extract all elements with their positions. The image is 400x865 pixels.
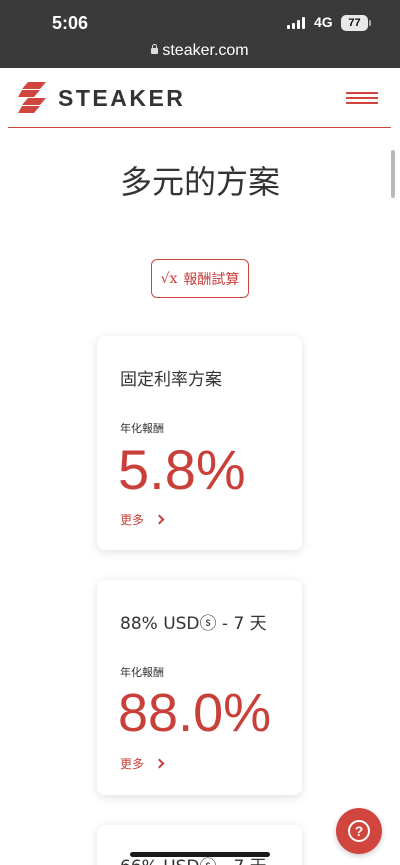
brand-logo[interactable]: STEAKER (18, 82, 185, 114)
plan-card-usds-88[interactable]: 88% USDⓢ - 7 天 年化報酬 88.0% 更多 (97, 580, 302, 795)
address-bar[interactable]: steaker.com (0, 42, 400, 60)
calculator-icon: √x (160, 270, 178, 287)
more-link-label: 更多 (120, 513, 145, 527)
plan-more-link[interactable]: 更多 (120, 755, 165, 772)
status-time: 5:06 (52, 13, 89, 33)
battery-icon: 77 (341, 15, 368, 31)
help-button[interactable]: ? (336, 808, 382, 854)
plan-card-usds-66[interactable]: 66% USDⓢ - 7 天 (97, 825, 302, 865)
brand-name: STEAKER (58, 84, 186, 111)
plan-rate-label: 年化報酬 (120, 422, 164, 435)
battery-tip (369, 20, 371, 26)
header-divider (8, 127, 391, 128)
network-type: 4G (314, 14, 333, 30)
calculator-button-label: 報酬試算 (183, 271, 240, 288)
url-text: steaker.com (162, 42, 249, 59)
steaker-logo-icon (18, 82, 46, 113)
plan-title: 固定利率方案 (120, 370, 222, 390)
plan-rate-label: 年化報酬 (120, 666, 164, 679)
signal-icon (287, 17, 305, 29)
plan-more-link[interactable]: 更多 (120, 511, 165, 528)
status-bar: 5:06 4G 77 steaker.com (0, 0, 400, 68)
lock-icon (151, 44, 159, 54)
more-link-label: 更多 (120, 757, 145, 771)
site-header: STEAKER (0, 68, 400, 128)
plan-rate-value: 88.0% (118, 683, 272, 743)
chevron-right-icon (154, 758, 165, 769)
question-icon: ? (348, 820, 370, 842)
menu-icon[interactable] (346, 92, 378, 106)
plan-card-fixed[interactable]: 固定利率方案 年化報酬 5.8% 更多 (97, 336, 302, 550)
plan-rate-value: 5.8% (118, 438, 246, 501)
page-title: 多元的方案 (119, 163, 280, 201)
calculator-button[interactable]: √x 報酬試算 (151, 259, 249, 298)
home-indicator (130, 852, 270, 857)
plan-title: 88% USDⓢ - 7 天 (120, 614, 267, 634)
chevron-right-icon (154, 514, 165, 525)
